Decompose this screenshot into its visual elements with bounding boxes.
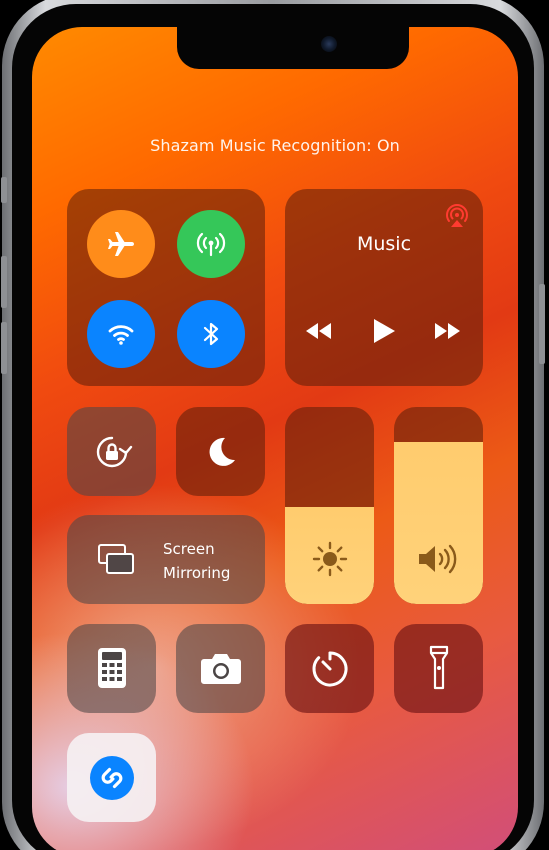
calculator-button[interactable] <box>67 624 156 713</box>
camera-icon <box>200 651 242 685</box>
timer-icon <box>310 649 350 689</box>
notch <box>177 27 409 69</box>
shazam-icon <box>89 755 135 801</box>
connectivity-module <box>67 189 265 386</box>
rewind-icon[interactable] <box>303 321 333 341</box>
flashlight-button[interactable] <box>394 624 483 713</box>
wifi-toggle[interactable] <box>87 300 155 368</box>
airplay-icon[interactable] <box>443 203 471 231</box>
timer-button[interactable] <box>285 624 374 713</box>
volume-slider[interactable] <box>394 407 483 604</box>
calculator-icon <box>97 647 127 689</box>
volume-down-button <box>1 322 7 374</box>
side-button <box>539 284 545 364</box>
fast-forward-icon[interactable] <box>433 321 463 341</box>
play-icon[interactable] <box>371 317 397 345</box>
volume-up-button <box>1 256 7 308</box>
camera-button[interactable] <box>176 624 265 713</box>
bluetooth-icon <box>196 319 226 349</box>
control-center-screen: Shazam Music Recognition: On Music Scree… <box>32 27 518 850</box>
shazam-button[interactable] <box>67 733 156 822</box>
volume-fill <box>394 442 483 604</box>
speaker-icon <box>416 542 462 576</box>
wifi-icon <box>105 318 137 350</box>
front-camera <box>321 36 337 52</box>
sun-icon <box>311 540 349 578</box>
orientation-lock-toggle[interactable] <box>67 407 156 496</box>
rotation-lock-icon <box>89 429 135 475</box>
screen-mirroring-label: Screen Mirroring <box>163 537 230 585</box>
airplane-mode-toggle[interactable] <box>87 210 155 278</box>
brightness-slider[interactable] <box>285 407 374 604</box>
music-module[interactable]: Music <box>285 189 483 386</box>
screen-mirroring-button[interactable]: Screen Mirroring <box>67 515 265 604</box>
music-title: Music <box>356 233 412 255</box>
shazam-status-banner: Shazam Music Recognition: On <box>150 136 400 155</box>
do-not-disturb-toggle[interactable] <box>176 407 265 496</box>
moon-icon <box>204 434 238 468</box>
screen-mirroring-label-line2: Mirroring <box>163 564 231 582</box>
mute-switch <box>1 177 7 203</box>
flashlight-icon <box>428 644 450 692</box>
bluetooth-toggle[interactable] <box>177 300 245 368</box>
screen-mirroring-icon <box>97 541 135 577</box>
cellular-antenna-icon <box>194 227 228 261</box>
cellular-data-toggle[interactable] <box>177 210 245 278</box>
screen-mirroring-label-line1: Screen <box>163 540 215 558</box>
airplane-icon <box>105 228 137 260</box>
